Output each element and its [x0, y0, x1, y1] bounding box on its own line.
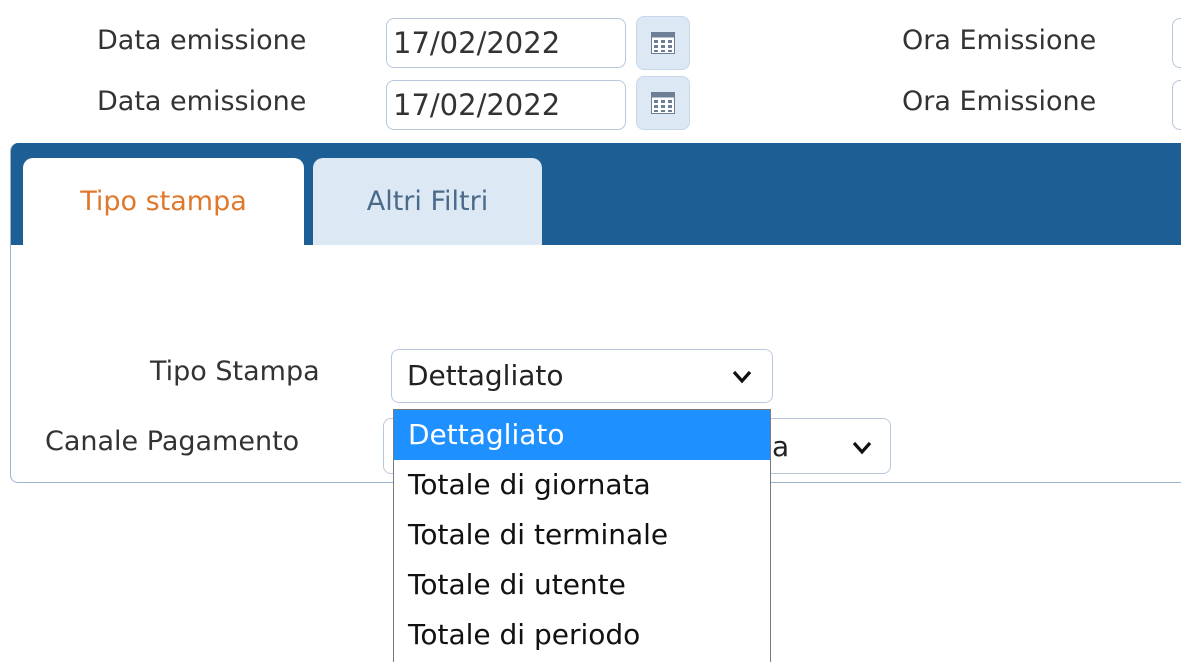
canale-pagamento-value: a — [772, 430, 790, 463]
tipo-stampa-dropdown[interactable]: Dettagliato Totale di giornata Totale di… — [393, 409, 771, 662]
calendar-button-2[interactable] — [636, 76, 690, 130]
tab-tipo-stampa[interactable]: Tipo stampa — [23, 158, 304, 245]
chevron-down-icon — [852, 441, 872, 455]
date-emission-label-2: Data emissione — [97, 86, 307, 117]
tab-bar: Tipo stampa Altri Filtri — [11, 143, 1181, 245]
option-totale-terminale[interactable]: Totale di terminale — [394, 510, 770, 560]
time-emission-input-2[interactable] — [1172, 80, 1181, 130]
time-emission-label-2: Ora Emissione — [902, 86, 1097, 117]
option-totale-giornata[interactable]: Totale di giornata — [394, 460, 770, 510]
date-emission-input-1[interactable]: 17/02/2022 — [386, 18, 626, 68]
tipo-stampa-value: Dettagliato — [407, 359, 564, 392]
option-totale-periodo[interactable]: Totale di periodo — [394, 610, 770, 660]
chevron-down-icon — [732, 370, 752, 384]
calendar-button-1[interactable] — [636, 16, 690, 70]
date-emission-input-2[interactable]: 17/02/2022 — [386, 80, 626, 130]
tipo-stampa-select[interactable]: Dettagliato — [391, 349, 773, 403]
canale-pagamento-label: Canale Pagamento — [45, 426, 300, 457]
page: Data emissione 17/02/2022 Ora Emissione … — [0, 0, 1181, 662]
tab-altri-filtri[interactable]: Altri Filtri — [313, 158, 542, 245]
tipo-stampa-label: Tipo Stampa — [150, 356, 320, 387]
date-emission-label-1: Data emissione — [97, 25, 307, 56]
time-emission-input-1[interactable] — [1172, 18, 1181, 68]
option-dettagliato[interactable]: Dettagliato — [394, 410, 770, 460]
time-emission-label-1: Ora Emissione — [902, 25, 1097, 56]
calendar-icon — [651, 32, 675, 54]
option-totale-utente[interactable]: Totale di utente — [394, 560, 770, 610]
calendar-icon — [651, 92, 675, 114]
